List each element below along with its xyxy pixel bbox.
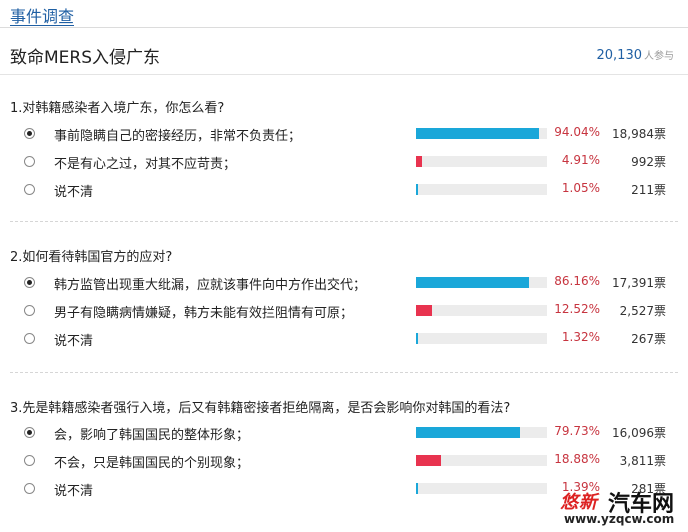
option-label[interactable]: 事前隐瞒自己的密接经历，非常不负责任； (54, 125, 301, 144)
watermark-url: www.yzqcw.com (564, 512, 675, 526)
result-votes: 2,527票 (619, 304, 666, 318)
participant-count: 20,130 人参与 (597, 47, 675, 63)
option-label[interactable]: 说不清 (54, 480, 93, 499)
result-percent: 1.32% (561, 330, 600, 344)
option-label[interactable]: 会，影响了韩国国民的整体形象； (54, 424, 249, 443)
question-text: 2.如何看待韩国官方的应对? (10, 250, 173, 265)
option-row: 说不清 1.32% 267票 (0, 330, 688, 350)
result-bar-fill (416, 156, 422, 167)
radio-button[interactable] (24, 305, 35, 316)
result-votes: 17,391票 (612, 276, 666, 290)
result-bar-fill (416, 184, 418, 195)
result-bar-fill (416, 455, 441, 466)
result-votes: 3,811票 (619, 454, 666, 468)
result-bar-fill (416, 128, 539, 139)
option-label[interactable]: 说不清 (54, 181, 93, 200)
radio-button[interactable] (24, 333, 35, 344)
question-divider (10, 372, 678, 374)
result-bar-fill (416, 483, 418, 494)
result-votes: 211票 (631, 183, 666, 197)
result-bar-track (416, 305, 547, 316)
top-divider (0, 27, 688, 28)
result-votes: 16,096票 (612, 426, 666, 440)
result-percent: 18.88% (554, 452, 600, 466)
option-row: 说不清 1.05% 211票 (0, 181, 688, 201)
result-percent: 4.91% (561, 153, 600, 167)
title-divider (0, 74, 688, 75)
option-row: 事前隐瞒自己的密接经历，非常不负责任； 94.04% 18,984票 (0, 125, 688, 145)
option-row: 不是有心之过，对其不应苛责； 4.91% 992票 (0, 153, 688, 173)
radio-button[interactable] (24, 277, 35, 288)
watermark-logo: 悠新 (560, 492, 598, 513)
option-label[interactable]: 不会，只是韩国国民的个别现象； (54, 452, 249, 471)
radio-button[interactable] (24, 156, 35, 167)
result-votes: 992票 (631, 155, 666, 169)
radio-button[interactable] (24, 184, 35, 195)
question-divider (10, 221, 678, 223)
result-bar-fill (416, 333, 418, 344)
result-bar-track (416, 156, 547, 167)
participant-label: 人参与 (644, 51, 674, 62)
result-bar-track (416, 427, 547, 438)
result-percent: 79.73% (554, 424, 600, 438)
result-votes: 267票 (631, 332, 666, 346)
option-label[interactable]: 韩方监管出现重大纰漏，应就该事件向中方作出交代； (54, 274, 366, 293)
result-bar-track (416, 455, 547, 466)
result-bar-fill (416, 277, 529, 288)
section-title[interactable]: 事件调查 (10, 3, 74, 27)
result-bar-track (416, 128, 547, 139)
site-watermark: 悠新 汽车网 www.yzqcw.com (560, 488, 684, 530)
result-bar-track (416, 483, 547, 494)
question-text: 1.对韩籍感染者入境广东，你怎么看? (10, 101, 225, 116)
option-label[interactable]: 不是有心之过，对其不应苛责； (54, 153, 236, 172)
result-percent: 12.52% (554, 302, 600, 316)
option-row: 男子有隐瞒病情嫌疑，韩方未能有效拦阻情有可原； 12.52% 2,527票 (0, 302, 688, 322)
result-bar-track (416, 277, 547, 288)
option-row: 会，影响了韩国国民的整体形象； 79.73% 16,096票 (0, 424, 688, 444)
radio-button[interactable] (24, 483, 35, 494)
option-row: 不会，只是韩国国民的个别现象； 18.88% 3,811票 (0, 452, 688, 472)
result-votes: 18,984票 (612, 127, 666, 141)
radio-button[interactable] (24, 128, 35, 139)
participant-number: 20,130 (596, 48, 643, 63)
option-label[interactable]: 说不清 (54, 330, 93, 349)
survey-title: 致命MERS入侵广东 (10, 48, 161, 68)
result-bar-track (416, 184, 547, 195)
question-text: 3.先是韩籍感染者强行入境，后又有韩籍密接者拒绝隔离，是否会影响你对韩国的看法? (10, 401, 511, 416)
option-row: 韩方监管出现重大纰漏，应就该事件向中方作出交代； 86.16% 17,391票 (0, 274, 688, 294)
result-bar-fill (416, 305, 432, 316)
result-bar-track (416, 333, 547, 344)
option-label[interactable]: 男子有隐瞒病情嫌疑，韩方未能有效拦阻情有可原； (54, 302, 353, 321)
radio-button[interactable] (24, 427, 35, 438)
result-bar-fill (416, 427, 520, 438)
result-percent: 1.05% (561, 181, 600, 195)
radio-button[interactable] (24, 455, 35, 466)
result-percent: 94.04% (554, 125, 600, 139)
section-title-underline (10, 25, 74, 26)
result-percent: 86.16% (554, 274, 600, 288)
